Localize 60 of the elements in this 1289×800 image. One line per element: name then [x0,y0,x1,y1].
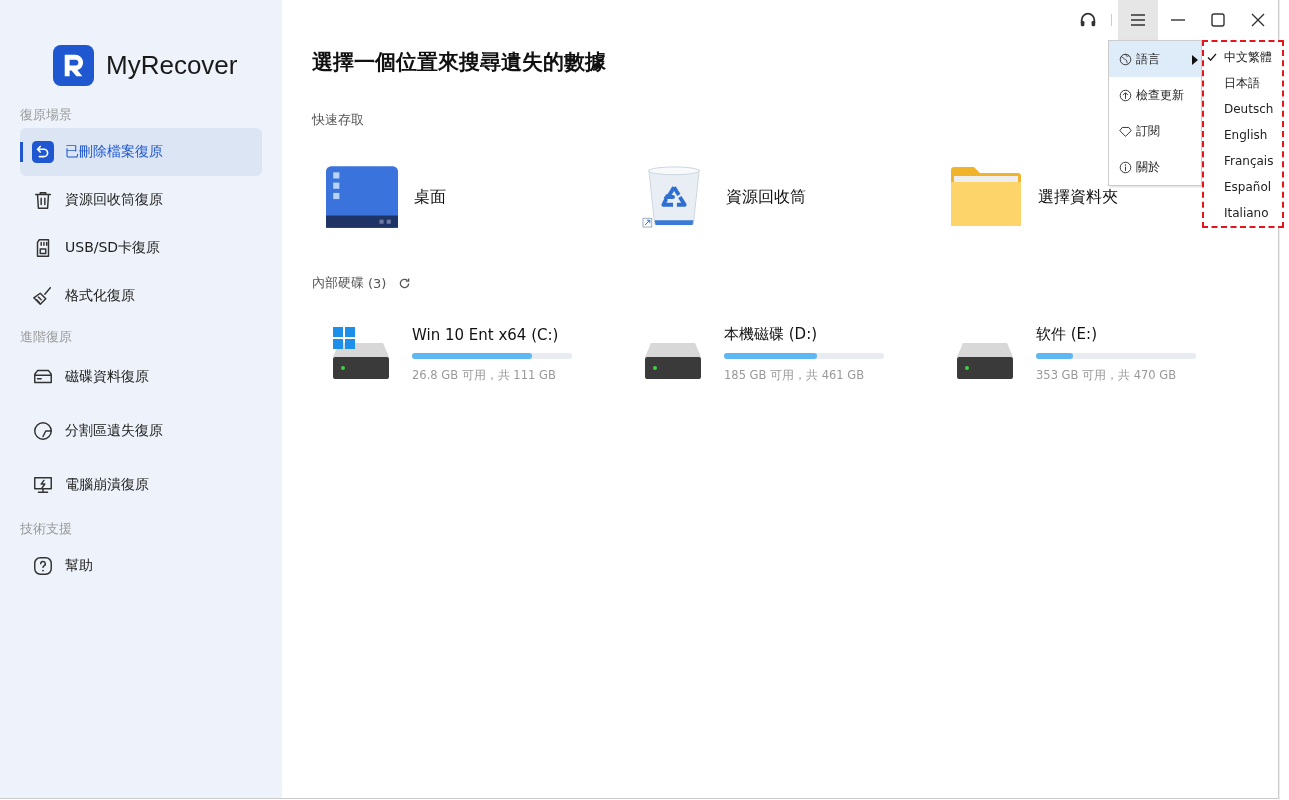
sidebar-item[interactable]: 磁碟資料復原 [20,350,262,404]
quick-access-item[interactable]: 桌面 [312,164,624,230]
disk-count: (3) [368,275,387,291]
language-option[interactable]: Deutsch [1204,96,1282,122]
drive-usage: 26.8 GB 可用，共 111 GB [412,367,557,383]
diamond-icon [1119,124,1132,138]
sidebar-item[interactable]: 資源回收筒復原 [20,176,262,224]
sidebar-item[interactable]: 已刪除檔案復原 [20,128,262,176]
pie-chart-icon [32,420,54,442]
drive-item[interactable]: 软件 (E:) 353 GB 可用，共 470 GB [936,325,1248,383]
hard-drive-icon [956,343,1014,379]
drive-name: Win 10 Ent x64 (C:) [412,325,560,344]
section-title: 快速存取 [312,111,364,129]
headset-icon[interactable] [1079,11,1097,29]
sidebar-item[interactable]: 幫助 [20,542,262,590]
drive-name: 本機磁碟 (D:) [724,325,819,344]
language-option[interactable]: English [1204,122,1282,148]
broom-icon [32,285,54,307]
help-icon [32,555,54,577]
menu-item[interactable]: 語言 [1109,41,1201,77]
sidebar-item[interactable]: USB/SD卡復原 [20,224,262,272]
monitor-icon [32,474,54,496]
drive-item[interactable]: 本機磁碟 (D:) 185 GB 可用，共 461 GB [624,325,936,383]
hard-drive-icon [644,343,702,379]
language-option[interactable]: Français [1204,148,1282,174]
page-title: 選擇一個位置來搜尋遺失的數據 [312,49,606,76]
drive-usage: 185 GB 可用，共 461 GB [724,368,866,383]
app-name: MyRecover [106,49,238,81]
language-option[interactable]: Italiano [1204,200,1282,226]
quick-access-item[interactable]: 資源回收筒 [624,164,936,230]
section-title: 內部硬碟 [312,274,364,292]
language-option[interactable]: Español [1204,174,1282,200]
upload-icon [1119,88,1132,102]
folder-icon [950,166,1022,228]
menu-icon [1130,12,1146,28]
info-icon [1119,160,1132,174]
menu-item[interactable]: 關於 [1109,149,1201,185]
drive-item[interactable]: Win 10 Ent x64 (C:) 26.8 GB 可用，共 111 GB [312,325,624,383]
section-title: 進階復原 [20,328,73,346]
drive-usage: 353 GB 可用，共 470 GB [1036,368,1178,383]
language-option[interactable]: 日本語 [1204,70,1282,96]
maximize-icon[interactable] [1210,12,1226,28]
submenu-arrow-icon [1192,55,1198,65]
section-title: 復原場景 [20,106,73,124]
close-icon[interactable] [1250,12,1266,28]
hard-drive-icon [332,343,390,379]
sidebar-item[interactable]: 電腦崩潰復原 [20,458,262,512]
drive-name: 软件 (E:) [1036,325,1098,344]
menu-button[interactable] [1118,0,1158,40]
menu-item[interactable]: 訂閱 [1109,113,1201,149]
logo-icon [53,44,94,86]
trash-icon [32,189,54,211]
menu-item[interactable]: 檢查更新 [1109,77,1201,113]
desktop-icon [326,166,398,228]
refresh-icon[interactable] [398,276,412,290]
section-title: 技術支援 [20,520,73,538]
sidebar-item[interactable]: 格式化復原 [20,272,262,320]
undo-icon [32,141,54,163]
sidebar-item[interactable]: 分割區遺失復原 [20,404,262,458]
language-option[interactable]: 中文繁體 [1204,44,1282,70]
